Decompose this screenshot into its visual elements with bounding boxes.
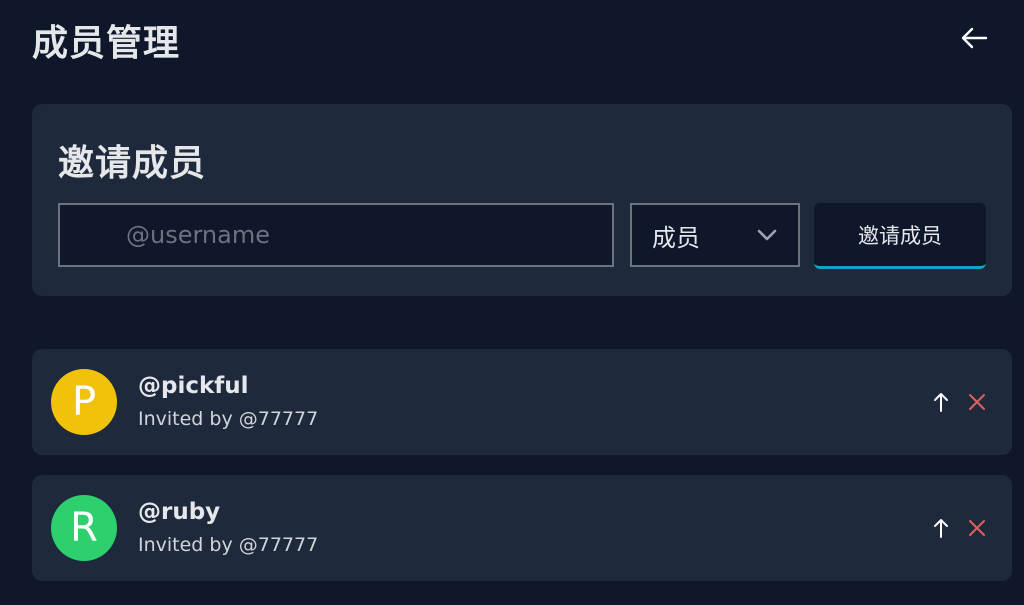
promote-member-button[interactable] [928,515,954,541]
remove-member-button[interactable] [964,389,990,415]
avatar: R [51,495,117,561]
member-username: @pickful [138,373,249,399]
close-icon [969,520,985,536]
arrow-left-icon [961,27,988,49]
chevron-down-icon [757,229,777,241]
back-button[interactable] [956,20,992,56]
invite-member-button[interactable]: 邀请成员 [814,203,986,269]
arrow-up-icon [934,519,948,538]
member-invited-by: Invited by @77777 [138,534,319,556]
member-management-page: 成员管理 邀请成员 成员 邀请成员 P @pickful Invited by … [0,0,1024,605]
page-title: 成员管理 [32,23,181,64]
avatar: P [51,369,117,435]
role-select[interactable]: 成员 [630,203,800,267]
arrow-up-icon [934,393,948,412]
role-select-value: 成员 [652,223,700,252]
member-username: @ruby [138,499,221,525]
member-row: R @ruby Invited by @77777 [32,475,1012,581]
remove-member-button[interactable] [964,515,990,541]
member-row: P @pickful Invited by @77777 [32,349,1012,455]
invite-member-card: 邀请成员 成员 邀请成员 [32,104,1012,296]
close-icon [969,394,985,410]
promote-member-button[interactable] [928,389,954,415]
member-invited-by: Invited by @77777 [138,408,319,430]
username-input[interactable] [58,203,614,267]
invite-section-title: 邀请成员 [58,143,207,184]
